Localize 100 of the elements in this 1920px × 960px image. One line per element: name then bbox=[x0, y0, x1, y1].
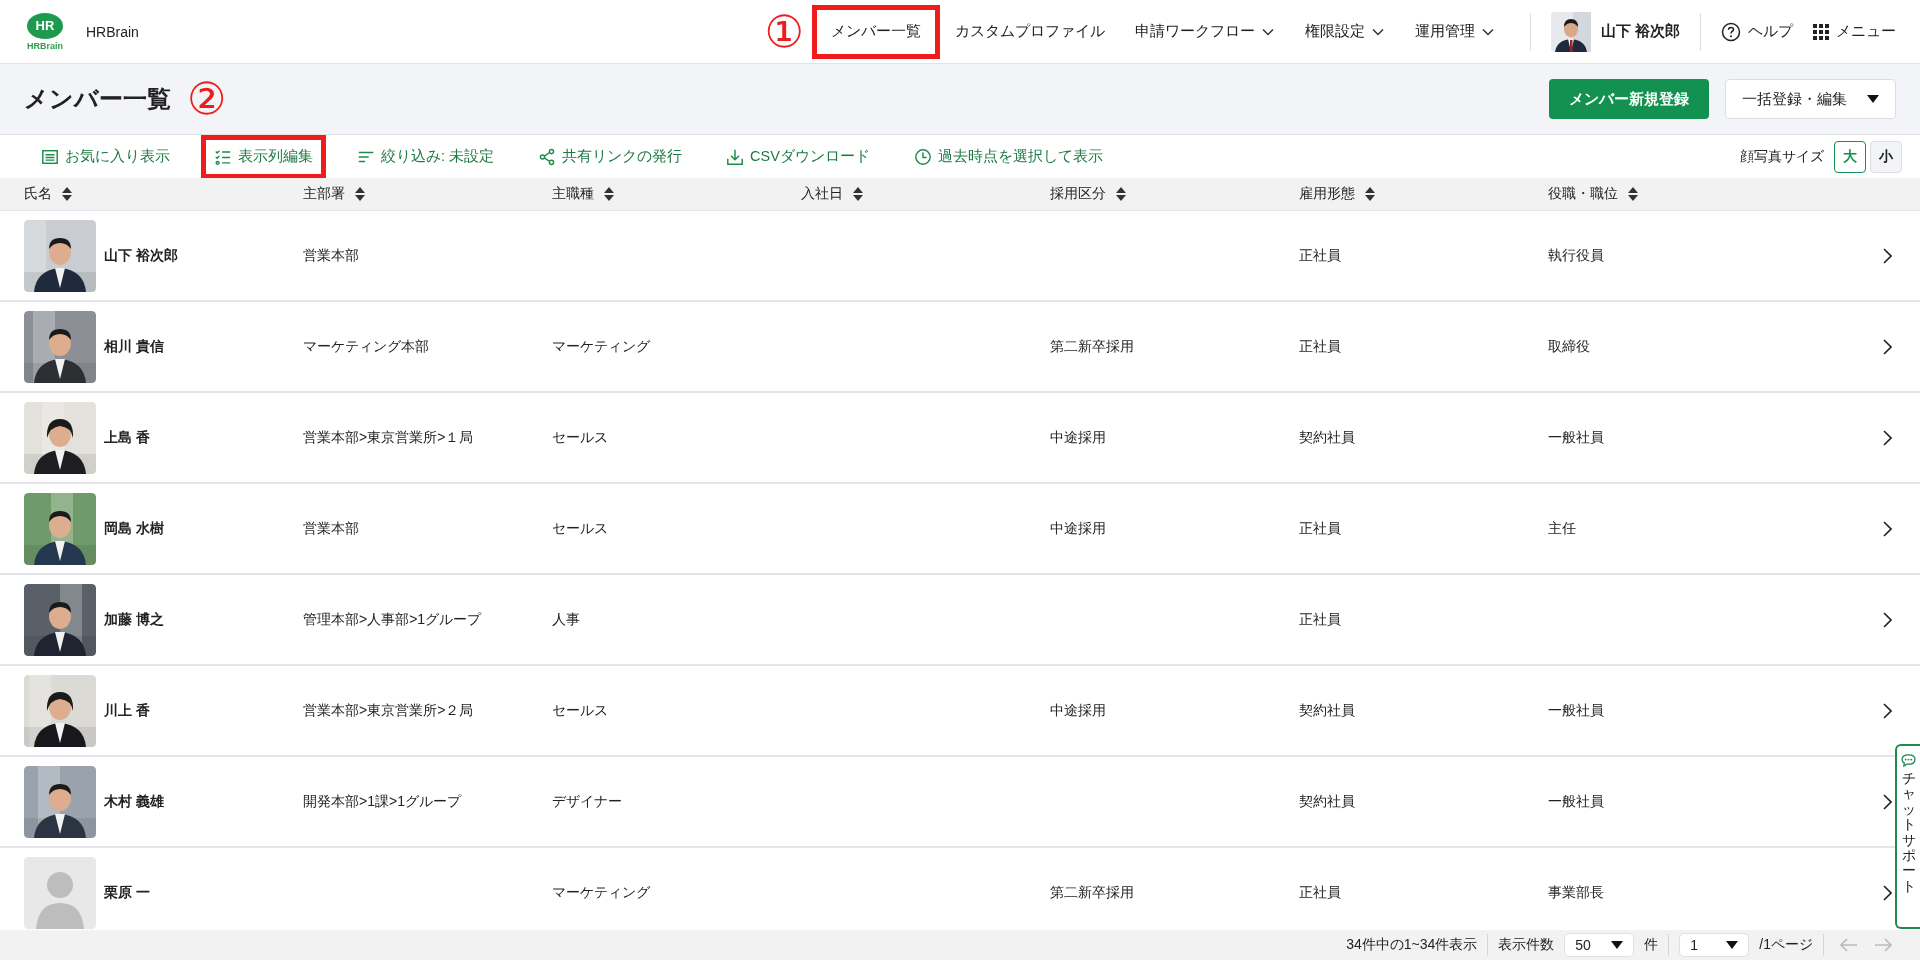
annotation-number: ② bbox=[187, 77, 227, 121]
table-cell: 管理本部>人事部>1グループ bbox=[303, 610, 482, 629]
toolbar-link[interactable]: 共有リンクの発行 bbox=[525, 134, 696, 179]
nav-link[interactable]: メンバー一覧 bbox=[811, 4, 940, 59]
table-cell: 人事 bbox=[552, 610, 580, 629]
chevron-right-icon bbox=[1882, 247, 1892, 264]
column-header[interactable]: 雇用形態 bbox=[1299, 185, 1355, 203]
per-page-unit: 件 bbox=[1644, 936, 1659, 954]
table-cell: 執行役員 bbox=[1548, 246, 1604, 265]
table-cell: セールス bbox=[552, 701, 608, 720]
member-name: 加藤 博之 bbox=[104, 610, 164, 629]
result-summary: 34件中の1~34件表示 bbox=[1346, 936, 1478, 954]
table-cell: 契約社員 bbox=[1299, 792, 1355, 811]
chat-support-tab[interactable]: チャットサポート bbox=[1895, 744, 1920, 929]
member-name: 木村 義雄 bbox=[104, 792, 164, 811]
chevron-right-icon bbox=[1882, 793, 1892, 810]
toolbar-link[interactable]: お気に入り表示 bbox=[28, 134, 183, 179]
member-name: 栗原 一 bbox=[104, 883, 150, 902]
logo-wordmark: HRBrain bbox=[27, 40, 63, 51]
chevron-right-icon bbox=[1882, 611, 1892, 628]
chevron-right-icon bbox=[1882, 884, 1892, 901]
annotation-number: ① bbox=[764, 9, 804, 54]
table-cell: 営業本部 bbox=[303, 246, 359, 265]
sort-icon bbox=[1116, 187, 1126, 201]
sort-icon bbox=[62, 187, 72, 201]
column-header[interactable]: 役職・職位 bbox=[1548, 185, 1618, 203]
chevron-right-icon bbox=[1882, 702, 1892, 719]
caret-icon bbox=[1726, 941, 1739, 949]
table-cell: マーケティング bbox=[552, 883, 650, 902]
page-title: メンバー一覧 bbox=[24, 84, 171, 114]
member-name: 山下 裕次郎 bbox=[104, 246, 178, 265]
toolbar-link[interactable]: CSVダウンロード bbox=[713, 134, 883, 179]
table-cell: 取締役 bbox=[1548, 337, 1590, 356]
table-cell: 開発本部>1課>1グループ bbox=[303, 792, 461, 811]
column-header[interactable]: 主職種 bbox=[552, 185, 594, 203]
share-icon bbox=[538, 147, 557, 166]
sort-icon bbox=[355, 187, 365, 201]
table-cell: 正社員 bbox=[1299, 610, 1341, 629]
table-cell: マーケティング bbox=[552, 337, 650, 356]
chat-bubble-icon bbox=[1901, 754, 1916, 767]
menu-link[interactable]: メニュー bbox=[1813, 22, 1896, 41]
page-total: /1ページ bbox=[1759, 936, 1813, 954]
chevron-right-icon bbox=[1882, 429, 1892, 446]
table-cell: 事業部長 bbox=[1548, 883, 1604, 902]
clock-icon bbox=[913, 147, 932, 166]
caret-icon bbox=[1611, 941, 1624, 949]
table-cell: 営業本部>東京営業所>２局 bbox=[303, 701, 474, 720]
table-cell: 一般社員 bbox=[1548, 792, 1604, 811]
column-header[interactable]: 氏名 bbox=[24, 185, 52, 203]
table-cell: 中途採用 bbox=[1050, 701, 1106, 720]
table-cell: セールス bbox=[552, 428, 608, 447]
table-cell: 一般社員 bbox=[1548, 428, 1604, 447]
column-header[interactable]: 主部署 bbox=[303, 185, 345, 203]
nav-link[interactable]: カスタムプロファイル bbox=[939, 4, 1120, 59]
caret-icon bbox=[1867, 95, 1879, 103]
table-cell: 一般社員 bbox=[1548, 701, 1604, 720]
member-name: 上島 香 bbox=[104, 428, 150, 447]
table-cell: 正社員 bbox=[1299, 883, 1341, 902]
member-name: 相川 貴信 bbox=[104, 337, 164, 356]
nav-link[interactable]: 権限設定 bbox=[1289, 4, 1400, 59]
app-name: HRBrain bbox=[86, 23, 139, 40]
column-header[interactable]: 採用区分 bbox=[1050, 185, 1106, 203]
nav-link[interactable]: 運用管理 bbox=[1399, 4, 1510, 59]
sort-icon bbox=[853, 187, 863, 201]
user-name[interactable]: 山下 裕次郎 bbox=[1600, 22, 1680, 41]
logo-badge: HR bbox=[27, 12, 63, 39]
list-icon bbox=[41, 147, 59, 166]
table-cell: 中途採用 bbox=[1050, 519, 1106, 538]
per-page-label: 表示件数 bbox=[1498, 936, 1555, 954]
table-cell: 正社員 bbox=[1299, 337, 1341, 356]
page-select[interactable]: 1 bbox=[1679, 933, 1750, 957]
bulk-edit-button[interactable]: 一括登録・編集 bbox=[1725, 79, 1896, 119]
table-cell: 営業本部 bbox=[303, 519, 359, 538]
sort-icon bbox=[1365, 187, 1375, 201]
grid-menu-icon bbox=[1813, 23, 1829, 40]
toolbar-link[interactable]: 絞り込み: 未設定 bbox=[344, 134, 508, 179]
chevron-right-icon bbox=[1882, 520, 1892, 537]
table-cell: デザイナー bbox=[552, 792, 622, 811]
table-cell: セールス bbox=[552, 519, 608, 538]
chevron-right-icon bbox=[1882, 338, 1892, 355]
download-icon bbox=[726, 147, 745, 166]
table-cell: 主任 bbox=[1548, 519, 1576, 538]
member-name: 川上 香 bbox=[104, 701, 150, 720]
help-link[interactable]: ヘルプ bbox=[1721, 21, 1793, 42]
photo-size-toggle[interactable]: 小 bbox=[1870, 140, 1902, 173]
column-header[interactable]: 入社日 bbox=[801, 185, 843, 203]
per-page-select[interactable]: 50 bbox=[1564, 933, 1635, 957]
table-cell: 契約社員 bbox=[1299, 428, 1355, 447]
table-cell: 第二新卒採用 bbox=[1050, 337, 1134, 356]
toolbar-link[interactable]: 過去時点を選択して表示 bbox=[900, 134, 1116, 179]
table-cell: 契約社員 bbox=[1299, 701, 1355, 720]
help-icon bbox=[1721, 21, 1741, 42]
table-cell: 正社員 bbox=[1299, 246, 1341, 265]
table-cell: マーケティング本部 bbox=[303, 337, 429, 356]
photo-size-toggle[interactable]: 大 bbox=[1834, 140, 1866, 173]
table-cell: 第二新卒採用 bbox=[1050, 883, 1134, 902]
member-name: 岡島 水樹 bbox=[104, 519, 164, 538]
table-cell: 正社員 bbox=[1299, 519, 1341, 538]
new-member-button[interactable]: メンバー新規登録 bbox=[1549, 79, 1709, 119]
nav-link[interactable]: 申請ワークフロー bbox=[1119, 4, 1290, 59]
